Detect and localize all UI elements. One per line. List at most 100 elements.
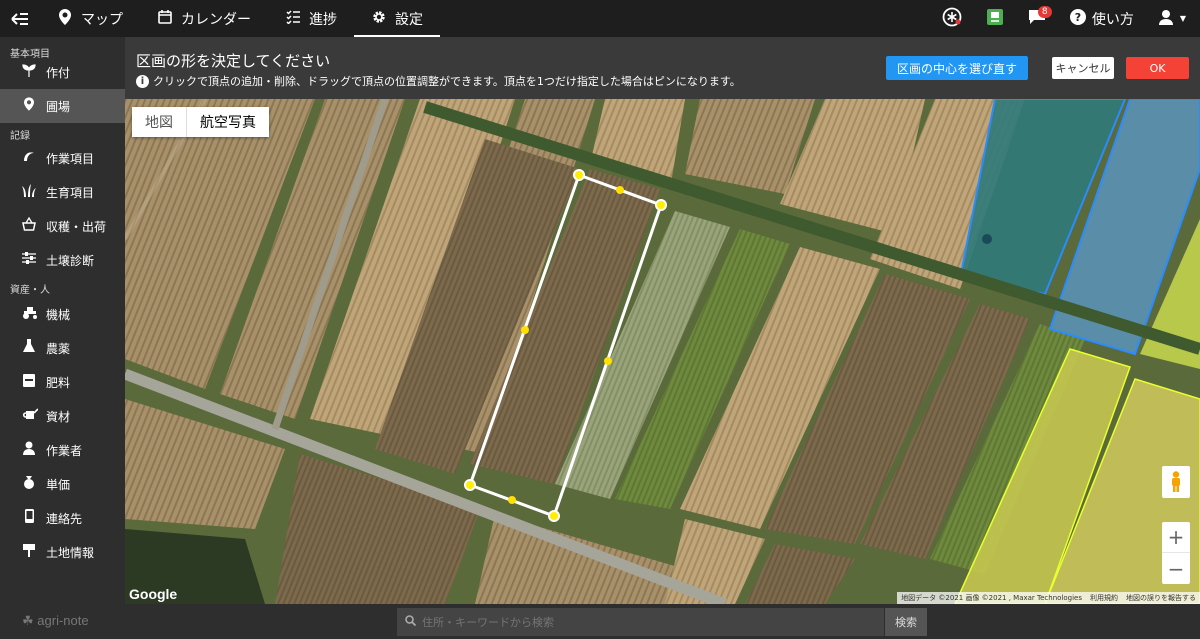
zoom-in-button[interactable]: +: [1162, 522, 1190, 553]
report-error-link[interactable]: 地図の誤りを報告する: [1126, 593, 1196, 603]
sidebar-item-fertilizer[interactable]: 肥料: [0, 365, 125, 399]
sidebar-item-label: 単価: [46, 477, 71, 492]
sidebar-item-label: 作業項目: [46, 151, 95, 166]
map-type-control: 地図 航空写真: [132, 107, 269, 137]
phone-icon: [22, 509, 36, 527]
sidebar-item-contacts[interactable]: 連絡先: [0, 501, 125, 535]
gear-icon: [371, 10, 387, 28]
sidebar-item-label: 機械: [46, 307, 71, 322]
tab-map-label: マップ: [81, 11, 123, 28]
help-button[interactable]: ? 使い方: [1058, 0, 1146, 37]
help-circle-icon: ?: [1069, 8, 1086, 29]
sidebar-item-growth-items[interactable]: 生育項目: [0, 175, 125, 209]
sidebar-item-harvest[interactable]: 収穫・出荷: [0, 209, 125, 243]
google-logo: Google: [129, 586, 178, 602]
sidebar-section-records: 記録: [10, 131, 30, 142]
flask-icon: [22, 339, 36, 357]
tab-settings-label: 設定: [395, 11, 423, 28]
sidebar-item-pesticides[interactable]: 農薬: [0, 331, 125, 365]
tab-calendar-label: カレンダー: [181, 11, 251, 28]
search-input[interactable]: [422, 615, 862, 629]
tab-calendar[interactable]: カレンダー: [140, 0, 268, 37]
sidebar-item-fields[interactable]: 圃場: [0, 89, 125, 123]
sickle-icon: [22, 149, 36, 167]
aerial-imagery: [125, 99, 1200, 604]
support-button[interactable]: [930, 0, 974, 37]
person-icon: [22, 441, 36, 459]
notebook-icon: [986, 8, 1004, 30]
user-menu-button[interactable]: ▼: [1146, 0, 1200, 37]
topbar-actions: 8 ? 使い方 ▼: [930, 0, 1200, 37]
map-type-roadmap-button[interactable]: 地図: [132, 107, 186, 137]
sidebar-item-label: 圃場: [46, 99, 71, 114]
sidebar-item-label: 作付: [46, 65, 71, 80]
search-box: [397, 608, 884, 636]
chevron-down-icon: ▼: [1179, 14, 1186, 23]
zoom-control: + −: [1162, 522, 1190, 584]
map-pin-icon: [22, 97, 36, 115]
money-bag-icon: [22, 475, 36, 493]
sidebar-item-label: 生育項目: [46, 185, 95, 200]
sidebar-item-label: 農薬: [46, 341, 71, 356]
calendar-icon: [157, 9, 173, 28]
map-pin-icon: [57, 8, 73, 29]
street-view-pegman-icon[interactable]: [1162, 466, 1190, 498]
checklist-icon: [285, 9, 301, 28]
svg-text:?: ?: [1075, 11, 1081, 24]
ok-button[interactable]: OK: [1126, 57, 1189, 79]
sidebar-item-workers[interactable]: 作業者: [0, 433, 125, 467]
info-icon: i: [136, 74, 149, 88]
search-button[interactable]: 検索: [885, 608, 927, 636]
user-icon: [1158, 9, 1174, 29]
hint-text: クリックで頂点の追加・削除、ドラッグで頂点の位置調整ができます。頂点を1つだけ指…: [153, 75, 741, 88]
tab-map[interactable]: マップ: [40, 0, 140, 37]
tab-progress-label: 進捗: [309, 11, 337, 28]
sidebar-section-assets: 資産・人: [10, 285, 50, 296]
zoom-out-button[interactable]: −: [1162, 553, 1190, 584]
sidebar-item-materials[interactable]: 資材: [0, 399, 125, 433]
notifications-button[interactable]: 8: [1016, 0, 1058, 37]
menu-back-icon[interactable]: [0, 0, 40, 37]
attribution-text: 地図データ ©2021 画像 ©2021 , Maxar Technologie…: [901, 594, 1082, 602]
sidebar-item-work-items[interactable]: 作業項目: [0, 141, 125, 175]
sidebar-item-label: 土地情報: [46, 545, 95, 560]
tab-progress[interactable]: 進捗: [268, 0, 354, 37]
tab-settings[interactable]: 設定: [354, 0, 440, 37]
basket-icon: [22, 216, 36, 235]
search-bar: 検索: [125, 604, 1200, 639]
help-label: 使い方: [1091, 11, 1134, 28]
sidebar-item-label: 肥料: [46, 375, 71, 390]
terms-link[interactable]: 利用規約: [1090, 593, 1118, 603]
sidebar-item-label: 土壌診断: [46, 253, 95, 268]
sliders-icon: [22, 252, 36, 268]
sidebar-item-soil[interactable]: 土壌診断: [0, 243, 125, 277]
agri-note-logo: ☘ agri-note: [22, 613, 89, 629]
sidebar-item-label: 収穫・出荷: [46, 219, 107, 234]
satellite-map[interactable]: 地図 航空写真 + − Google 地図データ ©2021 画像 ©2021 …: [125, 99, 1200, 604]
sidebar: 基本項目 作付 圃場 記録 作業項目 生育項目 収穫・出荷 土壌診断 資産・人 …: [0, 37, 125, 639]
sidebar-item-label: 作業者: [46, 443, 83, 458]
logo-text: agri-note: [37, 613, 89, 628]
sidebar-item-label: 連絡先: [46, 511, 83, 526]
sidebar-item-label: 資材: [46, 409, 71, 424]
sprout-icon: [22, 63, 36, 81]
top-navigation-bar: マップ カレンダー 進捗 設定 8 ? 使い方 ▼: [0, 0, 1200, 37]
tractor-icon: [22, 306, 37, 323]
map-attribution: 地図データ ©2021 画像 ©2021 , Maxar Technologie…: [897, 592, 1200, 604]
watering-can-icon: [22, 408, 39, 424]
asterisk-badge-icon: [942, 7, 962, 31]
cancel-button[interactable]: キャンセル: [1052, 57, 1114, 79]
notification-badge: 8: [1037, 6, 1052, 18]
map-type-satellite-button[interactable]: 航空写真: [186, 107, 269, 137]
instruction-header: 区画の形を決定してください i クリックで頂点の追加・削除、ドラッグで頂点の位置…: [125, 37, 1200, 99]
sidebar-item-land-info[interactable]: 土地情報: [0, 535, 125, 569]
instruction-hint: i クリックで頂点の追加・削除、ドラッグで頂点の位置調整ができます。頂点を1つだ…: [136, 73, 741, 89]
sidebar-item-machinery[interactable]: 機械: [0, 297, 125, 331]
leaf-logo-icon: ☘: [22, 613, 38, 628]
notebook-button[interactable]: [974, 0, 1016, 37]
page-title: 区画の形を決定してください: [136, 52, 331, 70]
sidebar-item-planting[interactable]: 作付: [0, 55, 125, 89]
search-icon: [405, 615, 417, 629]
sidebar-item-unit-price[interactable]: 単価: [0, 467, 125, 501]
reselect-center-button[interactable]: 区画の中心を選び直す: [886, 56, 1028, 80]
